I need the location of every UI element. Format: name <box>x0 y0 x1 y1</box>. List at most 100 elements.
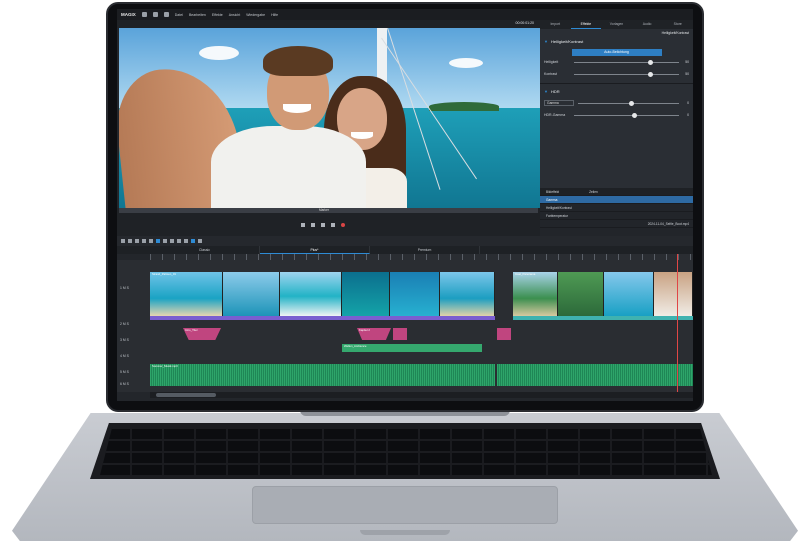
preview-header: 00:00:01:20 <box>117 20 540 28</box>
video-clip[interactable]: Strand_Palmen_01 <box>150 272 495 316</box>
cut-icon[interactable] <box>149 239 153 243</box>
slider-track[interactable] <box>578 100 679 106</box>
keyboard-rows <box>100 427 712 475</box>
track-header[interactable]: 1 M S <box>117 280 150 296</box>
slider-knob[interactable] <box>628 100 634 106</box>
slider-knob[interactable] <box>631 112 637 118</box>
list-item[interactable]: Farbtemperatur <box>540 212 693 220</box>
link-icon[interactable] <box>163 239 167 243</box>
audio-clip[interactable]: Wellen_Ambience <box>342 344 482 352</box>
redo-icon[interactable] <box>128 239 132 243</box>
section-brightness-contrast[interactable]: ▼ Helligkeit/Kontrast <box>540 37 693 47</box>
clip-thumbnail <box>440 272 495 316</box>
laptop-mockup: MAGIX Datei Bearbeiten Effekte Ansicht W… <box>0 0 810 545</box>
menu-item-edit[interactable]: Bearbeiten <box>189 13 206 17</box>
slider-brightness[interactable]: Helligkeit 50 <box>540 56 693 68</box>
video-clip-strip <box>150 316 495 320</box>
tab-classic[interactable]: Classic <box>150 246 260 254</box>
stop-icon[interactable] <box>321 223 325 227</box>
clip-label: Wellen_Ambience <box>344 344 367 348</box>
tab-store[interactable]: Store <box>662 20 693 29</box>
slider-knob[interactable] <box>647 59 653 65</box>
split-icon[interactable] <box>184 239 188 243</box>
list-item[interactable]: Gamma <box>540 196 693 204</box>
play-icon[interactable] <box>311 223 315 227</box>
preview-cloud <box>449 58 483 68</box>
audio-clip[interactable]: Sommer_Musik.mp3 <box>150 364 495 386</box>
title-clip[interactable]: Intro_Titel <box>183 328 221 340</box>
track-header[interactable]: 6 M S <box>117 376 150 392</box>
menu-item-file[interactable]: Datei <box>175 13 183 17</box>
audio-clip[interactable] <box>497 364 693 386</box>
mouse-mode-icon[interactable] <box>156 239 160 243</box>
zoom-icon[interactable] <box>198 239 202 243</box>
delete-icon[interactable] <box>135 239 139 243</box>
effect-breadcrumb: Helligkeit/Kontrast <box>661 31 689 35</box>
clip-label: Strand_Palmen_01 <box>152 272 176 276</box>
tab-effects[interactable]: Effekte <box>570 20 602 29</box>
open-folder-icon[interactable] <box>152 12 158 17</box>
menu-bar: MAGIX Datei Bearbeiten Effekte Ansicht W… <box>117 9 693 20</box>
slider-value: 50 <box>685 72 689 76</box>
skip-back-icon[interactable] <box>301 223 305 227</box>
slider-gamma[interactable]: Gamma 0 <box>540 97 693 109</box>
tab-templates[interactable]: Vorlagen <box>601 20 632 29</box>
slider-value: 0 <box>687 113 689 117</box>
preview-cloud <box>199 46 239 60</box>
save-icon[interactable] <box>163 12 169 17</box>
slider-label: HDR-Gamma <box>544 113 566 117</box>
slider-contrast[interactable]: Kontrast 50 <box>540 68 693 80</box>
track-header[interactable]: 3 M S <box>117 332 150 348</box>
clip-thumbnail <box>654 272 693 316</box>
slider-hdr-gamma[interactable]: HDR-Gamma 0 <box>540 109 693 121</box>
gamma-select[interactable]: Gamma <box>544 100 574 106</box>
record-icon[interactable] <box>341 223 345 227</box>
timeline-scrollbar[interactable] <box>150 392 693 398</box>
unlink-icon[interactable] <box>170 239 174 243</box>
slider-track[interactable] <box>574 112 679 118</box>
track-header[interactable]: 2 M S <box>117 316 150 332</box>
layers-header-rows: Zeilen <box>589 190 598 194</box>
clip-thumbnail <box>150 272 223 316</box>
panel-divider <box>540 83 693 84</box>
slider-track[interactable] <box>574 59 679 65</box>
snap-icon[interactable] <box>191 239 195 243</box>
tab-spacer <box>117 246 150 254</box>
new-file-icon[interactable] <box>141 12 147 17</box>
title-clip[interactable] <box>497 328 511 340</box>
transport-bar: Marker <box>117 208 540 236</box>
slider-track[interactable] <box>574 71 679 77</box>
skip-forward-icon[interactable] <box>331 223 335 227</box>
tab-premium[interactable]: Premium <box>370 246 480 254</box>
media-pool-panel: Import Effekte Vorlagen Audio Store Hell… <box>540 20 693 236</box>
undo-icon[interactable] <box>121 239 125 243</box>
text-icon[interactable] <box>142 239 146 243</box>
slider-value: 0 <box>687 101 689 105</box>
list-item[interactable]: Helligkeit/Kontrast <box>540 204 693 212</box>
tab-audio[interactable]: Audio <box>632 20 663 29</box>
menu-item-playback[interactable]: Wiedergabe <box>246 13 265 17</box>
marker-icon[interactable] <box>177 239 181 243</box>
video-preview[interactable] <box>119 28 540 208</box>
playhead[interactable] <box>677 254 678 392</box>
scrollbar-thumb[interactable] <box>156 393 216 397</box>
track-header[interactable]: 4 M S <box>117 348 150 364</box>
panel-tabs: Import Effekte Vorlagen Audio Store <box>540 20 693 29</box>
title-clip[interactable] <box>393 328 407 340</box>
menu-item-help[interactable]: Hilfe <box>271 13 278 17</box>
app-logo: MAGIX <box>121 12 136 17</box>
section-hdr[interactable]: ▼ HDR <box>540 87 693 97</box>
video-clip-strip <box>513 316 693 320</box>
menu-item-effects[interactable]: Effekte <box>212 13 223 17</box>
laptop-screen: MAGIX Datei Bearbeiten Effekte Ansicht W… <box>117 9 693 401</box>
video-clip[interactable]: Insel_Panorama <box>513 272 693 316</box>
tab-plus[interactable]: Plus* <box>260 246 370 254</box>
auto-exposure-button[interactable]: Auto-Belichtung <box>571 49 662 56</box>
preview-island <box>429 102 499 111</box>
preview-scrubber[interactable]: Marker <box>119 208 538 213</box>
clip-thumbnail <box>604 272 654 316</box>
tab-import[interactable]: Import <box>540 20 571 29</box>
title-clip[interactable]: Kapitel 2 <box>357 328 391 340</box>
menu-item-view[interactable]: Ansicht <box>229 13 240 17</box>
slider-knob[interactable] <box>647 71 653 77</box>
